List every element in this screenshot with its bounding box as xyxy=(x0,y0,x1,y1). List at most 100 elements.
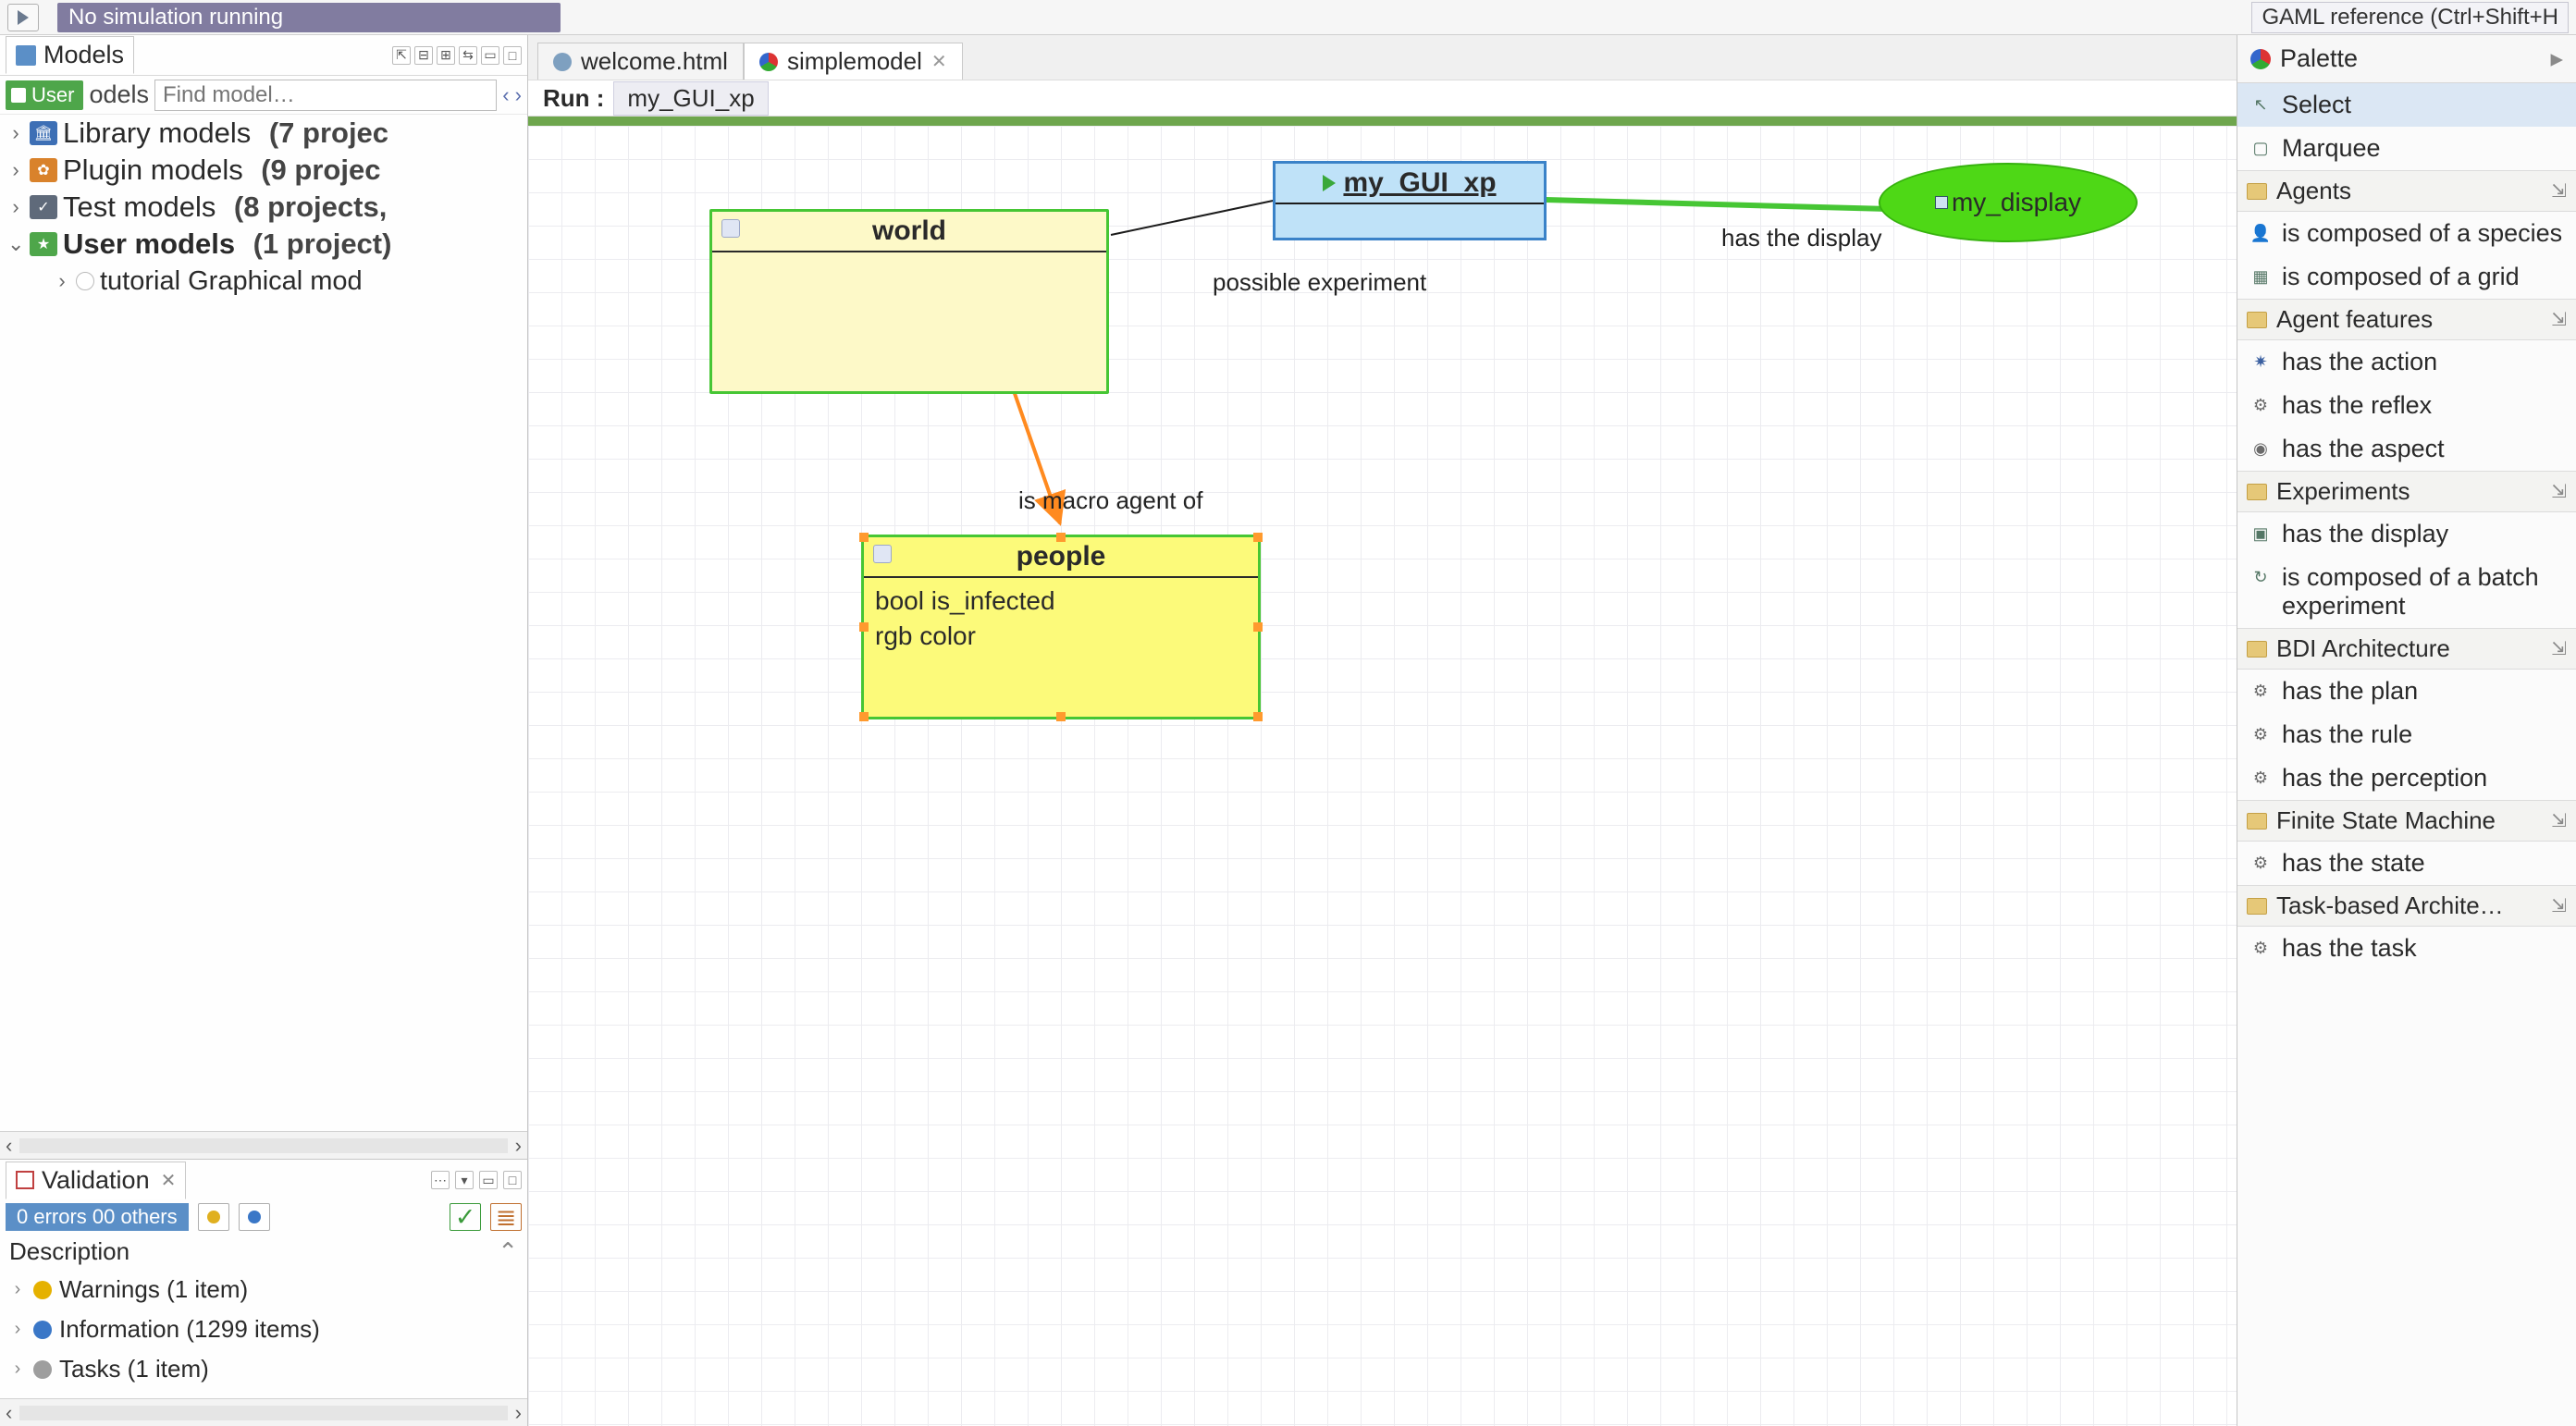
display-icon xyxy=(1935,196,1948,209)
tree-row-library[interactable]: ›🏛 Library models (7 projec xyxy=(0,115,527,152)
folder-icon xyxy=(2247,484,2267,500)
drawer-task[interactable]: Task-based Archite…⇲ xyxy=(2237,885,2576,927)
palette-item-batch[interactable]: ↻is composed of a batch experiment xyxy=(2237,556,2576,628)
action-icon: ✷ xyxy=(2250,351,2271,372)
gaml-reference-hint[interactable]: GAML reference (Ctrl+Shift+H xyxy=(2251,2,2569,33)
node-people[interactable]: people bool is_infected rgb color xyxy=(861,535,1261,719)
drawer-agents[interactable]: Agents⇲ xyxy=(2237,170,2576,212)
palette-tool-marquee[interactable]: ▢ Marquee xyxy=(2237,127,2576,170)
palette-tool-select[interactable]: ↖ Select xyxy=(2237,83,2576,127)
palette-item-aspect[interactable]: ◉has the aspect xyxy=(2237,427,2576,471)
models-view-title: Models xyxy=(43,41,124,69)
validation-icon xyxy=(16,1171,34,1189)
node-display[interactable]: my_display xyxy=(1879,163,2138,242)
gear-icon: ⚙ xyxy=(2250,853,2271,873)
info-chip[interactable] xyxy=(239,1203,270,1231)
close-icon[interactable]: ✕ xyxy=(161,1169,177,1192)
pin-icon[interactable]: ⇲ xyxy=(2551,480,2567,503)
palette-item-reflex[interactable]: ⚙has the reflex xyxy=(2237,384,2576,427)
user-icon: ★ xyxy=(30,232,57,256)
pin-icon[interactable]: ⇲ xyxy=(2551,809,2567,832)
palette-item-task[interactable]: ⚙has the task xyxy=(2237,927,2576,970)
run-experiment-chip[interactable]: my_GUI_xp xyxy=(613,81,768,116)
scroll-right-icon[interactable]: › xyxy=(515,1134,522,1158)
close-icon[interactable]: ✕ xyxy=(931,50,947,73)
cursor-icon: ↖ xyxy=(2250,94,2271,115)
tab-simplemodel[interactable]: simplemodel ✕ xyxy=(744,43,963,80)
play-icon xyxy=(18,10,29,25)
errors-chip[interactable] xyxy=(198,1203,229,1231)
marquee-icon: ▢ xyxy=(2250,138,2271,158)
filter-icon[interactable]: ⋯ xyxy=(431,1171,450,1189)
list-chip[interactable]: ≣ xyxy=(490,1203,522,1231)
collapse-icon[interactable]: ⇱ xyxy=(392,46,411,65)
run-simulation-button[interactable] xyxy=(7,4,39,31)
add-icon[interactable]: ⊞ xyxy=(437,46,455,65)
validation-list: ›Warnings (1 item) ›Information (1299 it… xyxy=(0,1270,527,1398)
info-icon xyxy=(33,1321,52,1339)
warning-icon xyxy=(33,1281,52,1299)
maximize-icon[interactable]: □ xyxy=(503,46,522,65)
gear-icon: ⚙ xyxy=(2250,681,2271,701)
chevron-up-icon: ⌃ xyxy=(498,1237,518,1266)
val-max-icon[interactable]: □ xyxy=(503,1171,522,1189)
palette-item-rule[interactable]: ⚙has the rule xyxy=(2237,713,2576,756)
palette-panel: Palette ▸ ↖ Select ▢ Marquee Agents⇲ 👤is… xyxy=(2237,35,2576,1426)
validation-view: Validation ✕ ⋯ ▾ ▭ □ 0 errors 00 others xyxy=(0,1159,527,1398)
tab-welcome[interactable]: welcome.html xyxy=(537,43,744,80)
validation-item-tasks[interactable]: ›Tasks (1 item) xyxy=(9,1349,518,1389)
user-crumb[interactable]: User xyxy=(6,80,83,110)
html-icon xyxy=(553,53,572,71)
scroll-left-icon[interactable]: ‹ xyxy=(6,1134,12,1158)
scroll-right-icon[interactable]: › xyxy=(515,1401,522,1425)
tree-row-user[interactable]: ⌄★ User models (1 project) xyxy=(0,226,527,263)
validation-tab[interactable]: Validation ✕ xyxy=(6,1162,186,1199)
crumb-nav[interactable]: ‹ › xyxy=(502,83,522,107)
palette-item-grid[interactable]: ▦is composed of a grid xyxy=(2237,255,2576,299)
drawer-experiments[interactable]: Experiments⇲ xyxy=(2237,471,2576,512)
palette-header[interactable]: Palette ▸ xyxy=(2237,35,2576,83)
pin-icon[interactable]: ⇲ xyxy=(2551,308,2567,331)
gear-icon: ⚙ xyxy=(2250,938,2271,958)
test-icon: ✓ xyxy=(30,195,57,219)
sync-icon[interactable]: ⇆ xyxy=(459,46,477,65)
find-model-input[interactable] xyxy=(154,80,497,111)
pin-icon[interactable]: ⇲ xyxy=(2551,179,2567,203)
left-panel: Models ⇱ ⊟ ⊞ ⇆ ▭ □ User odels ‹ › xyxy=(0,35,528,1426)
validation-item-warnings[interactable]: ›Warnings (1 item) xyxy=(9,1270,518,1309)
edge-label-has-display: has the display xyxy=(1721,224,1881,252)
node-world[interactable]: world xyxy=(709,209,1109,394)
validation-item-information[interactable]: ›Information (1299 items) xyxy=(9,1309,518,1349)
grid-icon: ▦ xyxy=(2250,266,2271,287)
palette-item-state[interactable]: ⚙has the state xyxy=(2237,842,2576,885)
min-icon[interactable]: ⊟ xyxy=(414,46,433,65)
agent-icon xyxy=(721,219,740,238)
tree-row-test[interactable]: ›✓ Test models (8 projects, xyxy=(0,189,527,226)
drawer-fsm[interactable]: Finite State Machine⇲ xyxy=(2237,800,2576,842)
pin-icon[interactable]: ⇲ xyxy=(2551,894,2567,917)
val-min-icon[interactable]: ▭ xyxy=(479,1171,498,1189)
scroll-left-icon[interactable]: ‹ xyxy=(6,1401,12,1425)
drawer-agent-features[interactable]: Agent features⇲ xyxy=(2237,299,2576,340)
drawer-bdi[interactable]: BDI Architecture⇲ xyxy=(2237,628,2576,670)
pin-icon[interactable]: ⇲ xyxy=(2551,637,2567,660)
palette-item-species[interactable]: 👤is composed of a species xyxy=(2237,212,2576,255)
palette-item-action[interactable]: ✷has the action xyxy=(2237,340,2576,384)
node-experiment[interactable]: my_GUI_xp xyxy=(1273,161,1547,240)
ok-chip[interactable]: ✓ xyxy=(450,1203,481,1231)
description-header[interactable]: Description ⌃ xyxy=(0,1234,527,1270)
validation-hscroll[interactable]: ‹ › xyxy=(0,1398,527,1426)
palette-item-plan[interactable]: ⚙has the plan xyxy=(2237,670,2576,713)
folder-icon xyxy=(2247,813,2267,830)
minimize-icon[interactable]: ▭ xyxy=(481,46,499,65)
project-tree[interactable]: ›🏛 Library models (7 projec ›✿ Plugin mo… xyxy=(0,115,527,1131)
models-view-tab[interactable]: Models xyxy=(6,36,134,74)
diagram-canvas[interactable]: world my_GUI_xp my_display people xyxy=(528,126,2237,1426)
tree-row-plugin[interactable]: ›✿ Plugin models (9 projec xyxy=(0,152,527,189)
view-menu-icon[interactable]: ▾ xyxy=(455,1171,474,1189)
palette-item-perception[interactable]: ⚙has the perception xyxy=(2237,756,2576,800)
palette-item-display[interactable]: ▣has the display xyxy=(2237,512,2576,556)
play-icon xyxy=(1323,175,1336,191)
tree-hscroll[interactable]: ‹ › xyxy=(0,1131,527,1159)
tree-row-tutorial[interactable]: › tutorial Graphical mod xyxy=(0,263,527,300)
